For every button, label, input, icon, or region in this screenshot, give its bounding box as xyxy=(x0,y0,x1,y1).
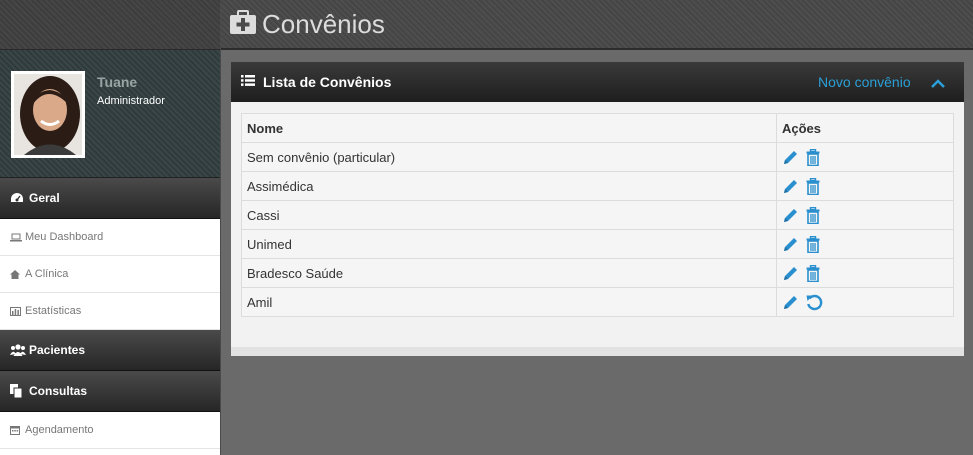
edit-pencil-icon[interactable] xyxy=(782,207,799,224)
trash-icon[interactable] xyxy=(806,177,820,195)
sidebar-section-consultas[interactable]: Consultas xyxy=(0,371,220,412)
column-header-name[interactable]: Nome xyxy=(241,113,777,143)
table-row: Unimed xyxy=(241,229,954,259)
sidebar-item-label: Meu Dashboard xyxy=(25,231,104,243)
new-convenio-link[interactable]: Novo convênio xyxy=(818,74,911,90)
convenio-name: Assimédica xyxy=(241,171,777,201)
edit-pencil-icon[interactable] xyxy=(782,149,799,166)
sidebar-item-label: Agendamento xyxy=(25,424,94,436)
bar-chart-icon xyxy=(10,306,22,316)
calendar-icon xyxy=(10,425,22,435)
row-actions xyxy=(776,142,954,172)
convenio-name: Sem convênio (particular) xyxy=(241,142,777,172)
user-profile: Tuane Administrador xyxy=(0,50,220,178)
page-header: Convênios xyxy=(221,0,973,50)
convenio-name: Amil xyxy=(241,287,777,317)
table-row: Bradesco Saúde xyxy=(241,258,954,288)
sidebar-item-estatisticas[interactable]: Estatísticas xyxy=(0,293,220,330)
sidebar-section-label: Consultas xyxy=(29,384,88,398)
group-icon xyxy=(10,343,26,357)
sidebar-item-label: Estatísticas xyxy=(25,305,82,317)
restore-icon[interactable] xyxy=(806,294,823,311)
list-icon xyxy=(241,73,255,91)
trash-icon[interactable] xyxy=(806,148,820,166)
column-header-actions: Ações xyxy=(776,113,954,143)
row-actions xyxy=(776,287,954,317)
panel-title: Lista de Convênios xyxy=(263,74,392,90)
dashboard-icon xyxy=(10,191,26,205)
sidebar-section-label: Pacientes xyxy=(29,343,86,357)
sidebar-item-a-clinica[interactable]: A Clínica xyxy=(0,256,220,293)
edit-pencil-icon[interactable] xyxy=(782,294,799,311)
table-row: Sem convênio (particular) xyxy=(241,142,954,172)
edit-pencil-icon[interactable] xyxy=(782,178,799,195)
home-icon xyxy=(10,269,22,279)
laptop-icon xyxy=(10,232,22,242)
table-row: Cassi xyxy=(241,200,954,230)
edit-pencil-icon[interactable] xyxy=(782,236,799,253)
table-header-row: Nome Ações xyxy=(241,113,954,143)
row-actions xyxy=(776,258,954,288)
convenio-name: Unimed xyxy=(241,229,777,259)
trash-icon[interactable] xyxy=(806,264,820,282)
convenios-panel: Lista de Convênios Novo convênio Nome Aç… xyxy=(231,62,964,356)
convenio-name: Cassi xyxy=(241,200,777,230)
convenios-table: Nome Ações Sem convênio (particular) Assi… xyxy=(241,113,954,317)
edit-pencil-icon[interactable] xyxy=(782,265,799,282)
user-role: Administrador xyxy=(97,95,165,107)
copy-icon xyxy=(10,384,26,398)
sidebar-item-label: A Clínica xyxy=(25,268,69,280)
medkit-icon xyxy=(230,9,256,39)
page-title: Convênios xyxy=(262,8,385,39)
table-row: Amil xyxy=(241,287,954,317)
sidebar: Tuane Administrador Geral Meu Dashboard … xyxy=(0,0,221,455)
sidebar-section-pacientes[interactable]: Pacientes xyxy=(0,330,220,371)
sidebar-item-agendamento[interactable]: Agendamento xyxy=(0,412,220,449)
sidebar-top-bar xyxy=(0,0,220,50)
row-actions xyxy=(776,229,954,259)
chevron-up-icon[interactable] xyxy=(931,76,945,94)
user-name: Tuane xyxy=(97,74,138,90)
sidebar-item-meu-dashboard[interactable]: Meu Dashboard xyxy=(0,219,220,256)
convenio-name: Bradesco Saúde xyxy=(241,258,777,288)
trash-icon[interactable] xyxy=(806,235,820,253)
sidebar-section-geral[interactable]: Geral xyxy=(0,178,220,219)
row-actions xyxy=(776,200,954,230)
avatar[interactable] xyxy=(11,71,85,158)
panel-footer xyxy=(231,347,964,356)
row-actions xyxy=(776,171,954,201)
sidebar-section-label: Geral xyxy=(29,191,60,205)
table-row: Assimédica xyxy=(241,171,954,201)
trash-icon[interactable] xyxy=(806,206,820,224)
avatar-photo xyxy=(14,74,82,155)
